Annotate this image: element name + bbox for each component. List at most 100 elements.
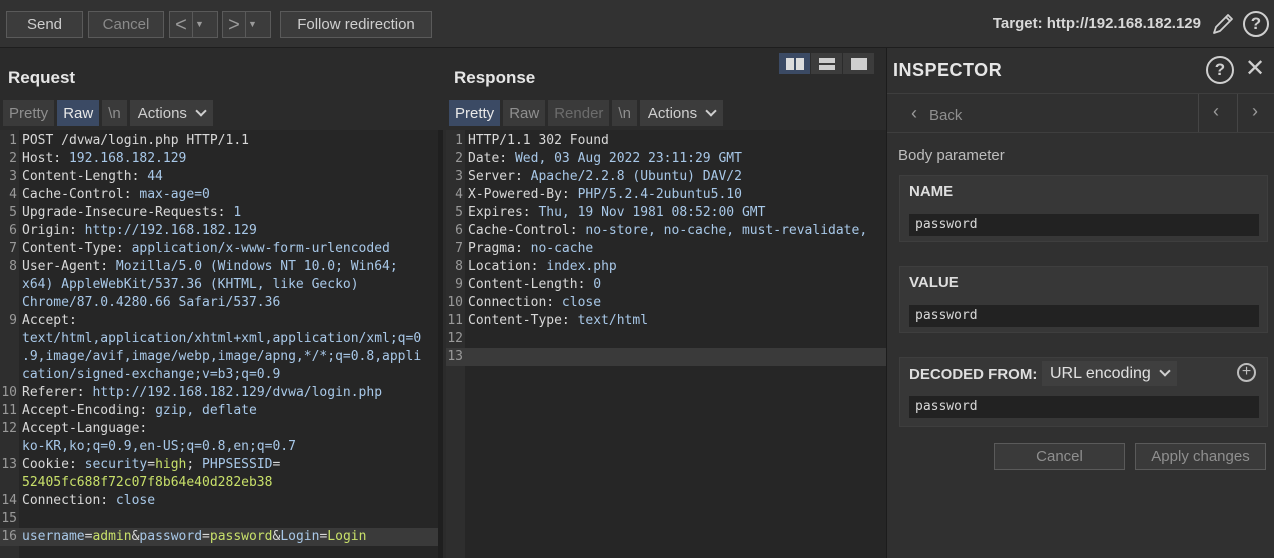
token: security	[84, 457, 148, 472]
code-line[interactable]: 5 Expires: Thu, 19 Nov 1981 08:52:00 GMT	[446, 204, 886, 222]
line-number	[0, 474, 19, 492]
code-line[interactable]: .9,image/avif,image/webp,image/apng,*/*;…	[0, 348, 438, 366]
token: Date:	[468, 151, 515, 166]
code-line[interactable]: 1 POST /dvwa/login.php HTTP/1.1	[0, 132, 438, 150]
code-line[interactable]: ko-KR,ko;q=0.9,en-US;q=0.8,en;q=0.7	[0, 438, 438, 456]
token: 1	[233, 205, 242, 220]
response-editor[interactable]: 1 HTTP/1.1 302 Found 2 Date: Wed, 03 Aug 20…	[446, 130, 886, 558]
help-icon[interactable]: ?	[1243, 11, 1269, 37]
request-tab-newline[interactable]: \n	[102, 100, 127, 126]
apply-changes-button[interactable]: Apply changes	[1135, 443, 1266, 470]
response-tab-render[interactable]: Render	[548, 100, 610, 126]
layout-stacked-button[interactable]	[811, 53, 842, 74]
line-number: 16	[1, 529, 17, 544]
line-text: Content-Length: 0	[465, 276, 601, 294]
next-item-icon[interactable]: ›	[1252, 101, 1258, 122]
code-line[interactable]: 6 Cache-Control: no-store, no-cache, must…	[446, 222, 886, 240]
code-line[interactable]: 3 Server: Apache/2.2.8 (Ubuntu) DAV/2	[446, 168, 886, 186]
close-icon[interactable]: ✕	[1245, 56, 1265, 82]
token: text/html,application/xhtml+xml,applicat…	[22, 331, 422, 346]
forward-dropdown-icon[interactable]: ▼	[245, 12, 259, 37]
layout-tabs-button[interactable]	[843, 53, 874, 74]
layout-side-by-side-button[interactable]	[779, 53, 810, 74]
line-number: 10	[1, 385, 17, 400]
history-back-button[interactable]: < ▼	[169, 11, 218, 38]
response-tab-raw[interactable]: Raw	[503, 100, 546, 126]
code-line[interactable]: 8 User-Agent: Mozilla/5.0 (Windows NT 10.…	[0, 258, 438, 276]
request-actions-menu[interactable]: Actions	[129, 100, 213, 126]
code-line[interactable]: 4 X-Powered-By: PHP/5.2.4-2ubuntu5.10	[446, 186, 886, 204]
code-line[interactable]: 4 Cache-Control: max-age=0	[0, 186, 438, 204]
line-text: username=admin&password=password&Login=L…	[19, 528, 366, 546]
line-text: Server: Apache/2.2.8 (Ubuntu) DAV/2	[465, 168, 742, 186]
code-line[interactable]: 16 username=admin&password=password&Login…	[0, 528, 438, 546]
token: text/html	[577, 313, 649, 328]
send-button[interactable]: Send	[6, 11, 83, 38]
code-line[interactable]: text/html,application/xhtml+xml,applicat…	[0, 330, 438, 348]
encoding-select[interactable]: URL encoding	[1042, 361, 1177, 386]
forward-arrow-icon: >	[228, 13, 240, 36]
code-line[interactable]: 10 Referer: http://192.168.182.129/dvwa/l…	[0, 384, 438, 402]
inspector-back-button[interactable]: ‹ Back	[911, 103, 962, 125]
token: Referer:	[22, 385, 93, 400]
edit-target-pencil-icon[interactable]	[1211, 12, 1235, 36]
code-line[interactable]: 6 Origin: http://192.168.182.129	[0, 222, 438, 240]
code-line[interactable]: 9 Content-Length: 0	[446, 276, 886, 294]
code-line[interactable]: 15	[0, 510, 438, 528]
token: x64) AppleWebKit/537.36 (KHTML, like Gec…	[22, 277, 359, 292]
code-line[interactable]: 8 Location: index.php	[446, 258, 886, 276]
line-text: Content-Length: 44	[19, 168, 163, 186]
decoded-field[interactable]: password	[909, 396, 1259, 418]
columns-icon	[785, 57, 804, 70]
name-field[interactable]: password	[909, 214, 1259, 236]
request-tab-pretty[interactable]: Pretty	[3, 100, 55, 126]
token: 0	[593, 277, 602, 292]
code-line[interactable]: 13	[446, 348, 886, 366]
code-line[interactable]: Chrome/87.0.4280.66 Safari/537.36	[0, 294, 438, 312]
code-line[interactable]: 2 Host: 192.168.182.129	[0, 150, 438, 168]
pane-splitter[interactable]	[438, 130, 443, 558]
code-line[interactable]: 2 Date: Wed, 03 Aug 2022 23:11:29 GMT	[446, 150, 886, 168]
line-text	[465, 348, 468, 366]
line-text: text/html,application/xhtml+xml,applicat…	[19, 330, 421, 348]
response-tab-pretty[interactable]: Pretty	[449, 100, 501, 126]
code-line[interactable]: 3 Content-Length: 44	[0, 168, 438, 186]
code-line[interactable]: 1 HTTP/1.1 302 Found	[446, 132, 886, 150]
back-arrow-icon: <	[175, 13, 187, 36]
token: ;	[186, 457, 203, 472]
code-line[interactable]: 12 Accept-Language:	[0, 420, 438, 438]
code-line[interactable]: 7 Pragma: no-cache	[446, 240, 886, 258]
line-text: Chrome/87.0.4280.66 Safari/537.36	[19, 294, 280, 312]
code-line[interactable]: 13 Cookie: security=high; PHPSESSID=	[0, 456, 438, 474]
request-tab-raw[interactable]: Raw	[57, 100, 100, 126]
response-tab-newline[interactable]: \n	[612, 100, 637, 126]
line-number: 8	[455, 259, 463, 274]
code-line[interactable]: cation/signed-exchange;v=b3;q=0.9	[0, 366, 438, 384]
code-line[interactable]: 11 Content-Type: text/html	[446, 312, 886, 330]
inspector-help-icon[interactable]: ?	[1206, 56, 1234, 84]
token: =	[202, 529, 210, 544]
line-number	[0, 438, 19, 456]
code-line[interactable]: 7 Content-Type: application/x-www-form-ur…	[0, 240, 438, 258]
follow-redirection-button[interactable]: Follow redirection	[280, 11, 432, 38]
request-editor[interactable]: 1 POST /dvwa/login.php HTTP/1.1 2 Host: 192…	[0, 130, 438, 558]
inspector-cancel-button[interactable]: Cancel	[994, 443, 1125, 470]
target-label[interactable]: Target: http://192.168.182.129	[993, 15, 1201, 32]
code-line[interactable]: x64) AppleWebKit/537.36 (KHTML, like Gec…	[0, 276, 438, 294]
token: Location:	[468, 259, 547, 274]
code-line[interactable]: 14 Connection: close	[0, 492, 438, 510]
cancel-button[interactable]: Cancel	[88, 11, 164, 38]
back-dropdown-icon[interactable]: ▼	[192, 12, 206, 37]
code-line[interactable]: 52405fc688f72c07f8b64e40d282eb38	[0, 474, 438, 492]
response-actions-menu[interactable]: Actions	[639, 100, 724, 126]
value-field[interactable]: password	[909, 305, 1259, 327]
code-line[interactable]: 11 Accept-Encoding: gzip, deflate	[0, 402, 438, 420]
code-line[interactable]: 12	[446, 330, 886, 348]
code-line[interactable]: 9 Accept:	[0, 312, 438, 330]
history-forward-button[interactable]: > ▼	[222, 11, 271, 38]
token: http://192.168.182.129	[84, 223, 257, 238]
previous-item-icon[interactable]: ‹	[1213, 101, 1219, 122]
add-encoding-icon[interactable]: +	[1237, 363, 1256, 382]
code-line[interactable]: 5 Upgrade-Insecure-Requests: 1	[0, 204, 438, 222]
code-line[interactable]: 10 Connection: close	[446, 294, 886, 312]
